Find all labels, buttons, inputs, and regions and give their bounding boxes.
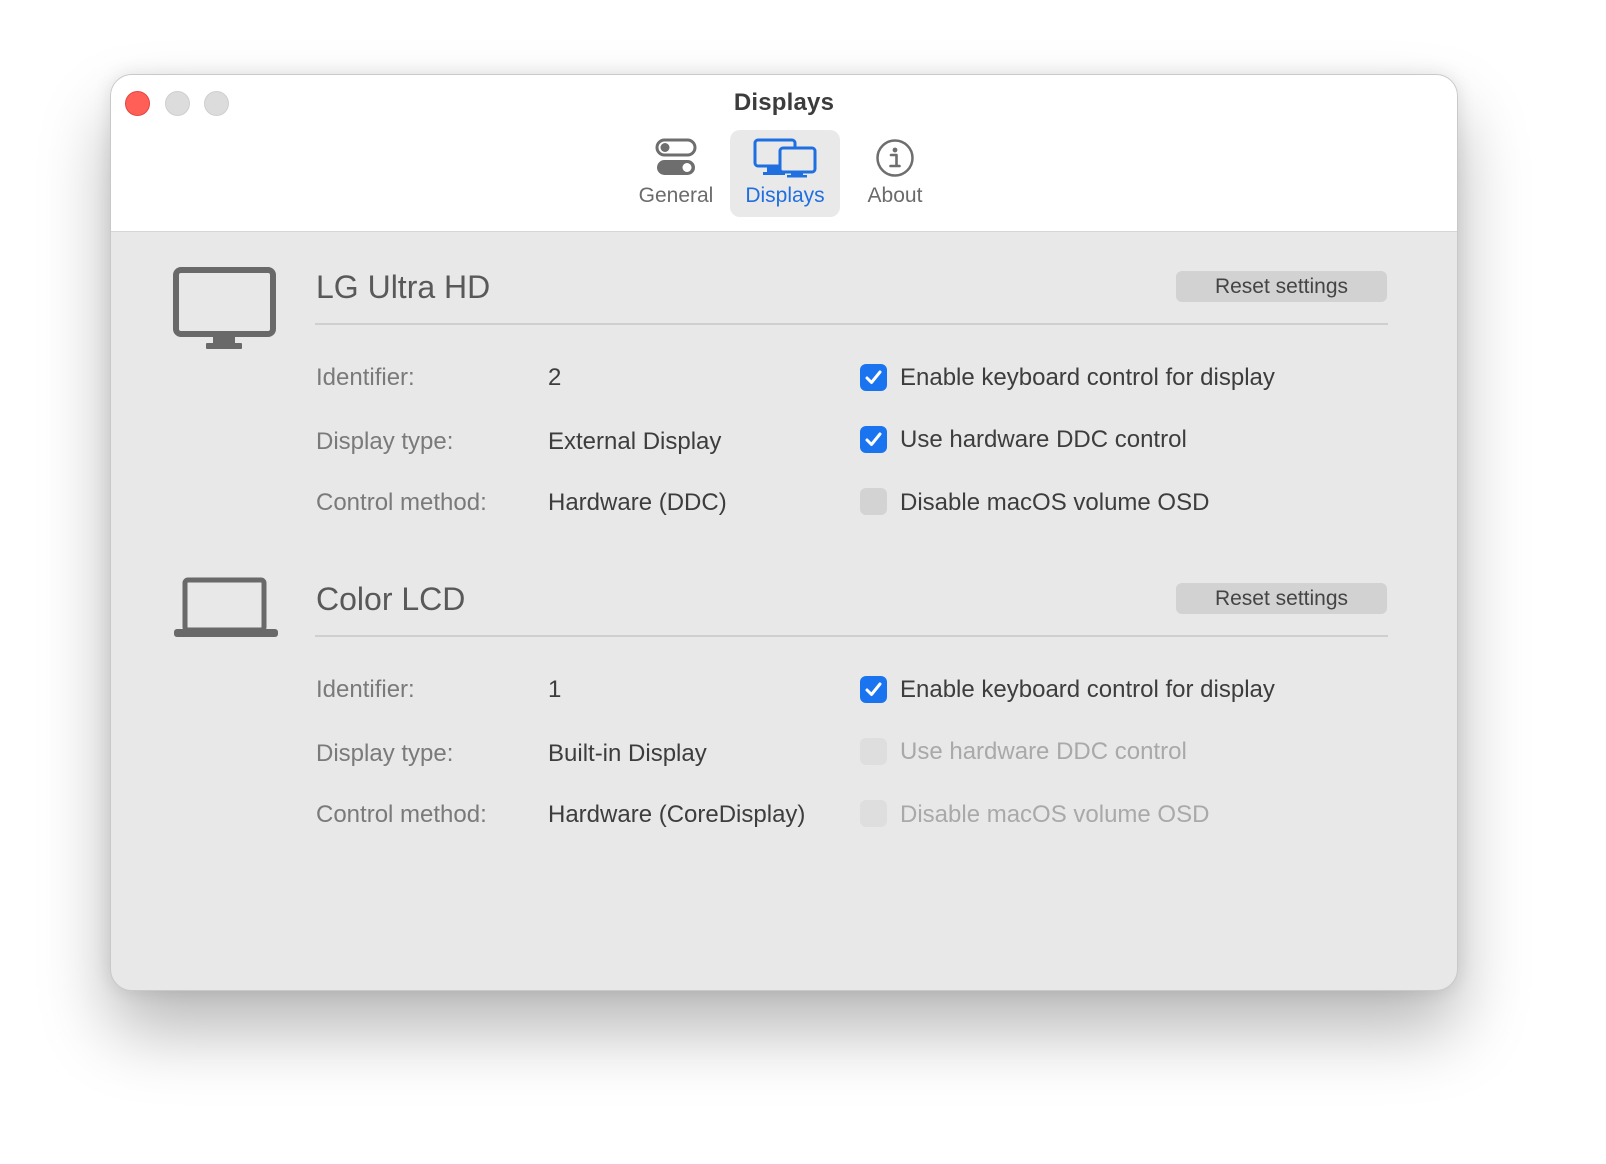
hardware-ddc-label: Use hardware DDC control: [900, 738, 1187, 765]
display-type-value: Built-in Display: [548, 740, 707, 767]
hardware-ddc-checkbox[interactable]: [860, 426, 887, 453]
display-type-label: Display type:: [316, 428, 454, 455]
tab-displays-label: Displays: [745, 184, 825, 207]
checkmark-icon: [865, 682, 882, 696]
display-type-label: Display type:: [316, 740, 454, 767]
info-icon: [874, 138, 916, 185]
checkmark-icon: [865, 432, 882, 446]
tab-about[interactable]: About: [846, 130, 944, 217]
disable-osd-label: Disable macOS volume OSD: [900, 801, 1210, 828]
keyboard-control-label[interactable]: Enable keyboard control for display: [900, 364, 1275, 392]
keyboard-control-checkbox[interactable]: [860, 364, 887, 391]
disable-osd-checkbox[interactable]: [860, 488, 887, 515]
checkmark-icon: [865, 370, 882, 384]
monitor-icon: [173, 267, 277, 358]
toggles-icon: [655, 138, 697, 183]
tab-general[interactable]: General: [627, 130, 725, 217]
laptop-icon: [173, 577, 279, 644]
keyboard-control-checkbox[interactable]: [860, 676, 887, 703]
display-type-value: External Display: [548, 428, 722, 455]
reset-settings-button[interactable]: Reset settings: [1176, 271, 1387, 302]
identifier-label: Identifier:: [316, 676, 415, 703]
control-method-value: Hardware (CoreDisplay): [548, 801, 806, 828]
tab-displays[interactable]: Displays: [730, 130, 840, 217]
control-method-value: Hardware (DDC): [548, 489, 727, 516]
tab-general-label: General: [638, 184, 714, 207]
divider: [315, 635, 1388, 637]
control-method-label: Control method:: [316, 801, 487, 828]
hardware-ddc-checkbox: [860, 738, 887, 765]
reset-settings-button[interactable]: Reset settings: [1176, 583, 1387, 614]
identifier-value: 2: [548, 364, 562, 391]
preferences-window: Displays General Displays About LG Ultra…: [110, 74, 1458, 991]
disable-osd-checkbox: [860, 800, 887, 827]
keyboard-control-label[interactable]: Enable keyboard control for display: [900, 676, 1275, 704]
display-name: Color LCD: [316, 581, 466, 617]
disable-osd-label[interactable]: Disable macOS volume OSD: [900, 489, 1209, 517]
identifier-value: 1: [548, 676, 562, 703]
displays-icon: [753, 138, 817, 183]
identifier-label: Identifier:: [316, 364, 415, 391]
window-title: Displays: [733, 89, 835, 116]
hardware-ddc-label[interactable]: Use hardware DDC control: [900, 426, 1187, 454]
tab-about-label: About: [867, 184, 923, 207]
display-name: LG Ultra HD: [316, 269, 491, 305]
title-bar: Displays General Displays About: [111, 75, 1457, 232]
control-method-label: Control method:: [316, 489, 487, 516]
divider: [315, 323, 1388, 325]
